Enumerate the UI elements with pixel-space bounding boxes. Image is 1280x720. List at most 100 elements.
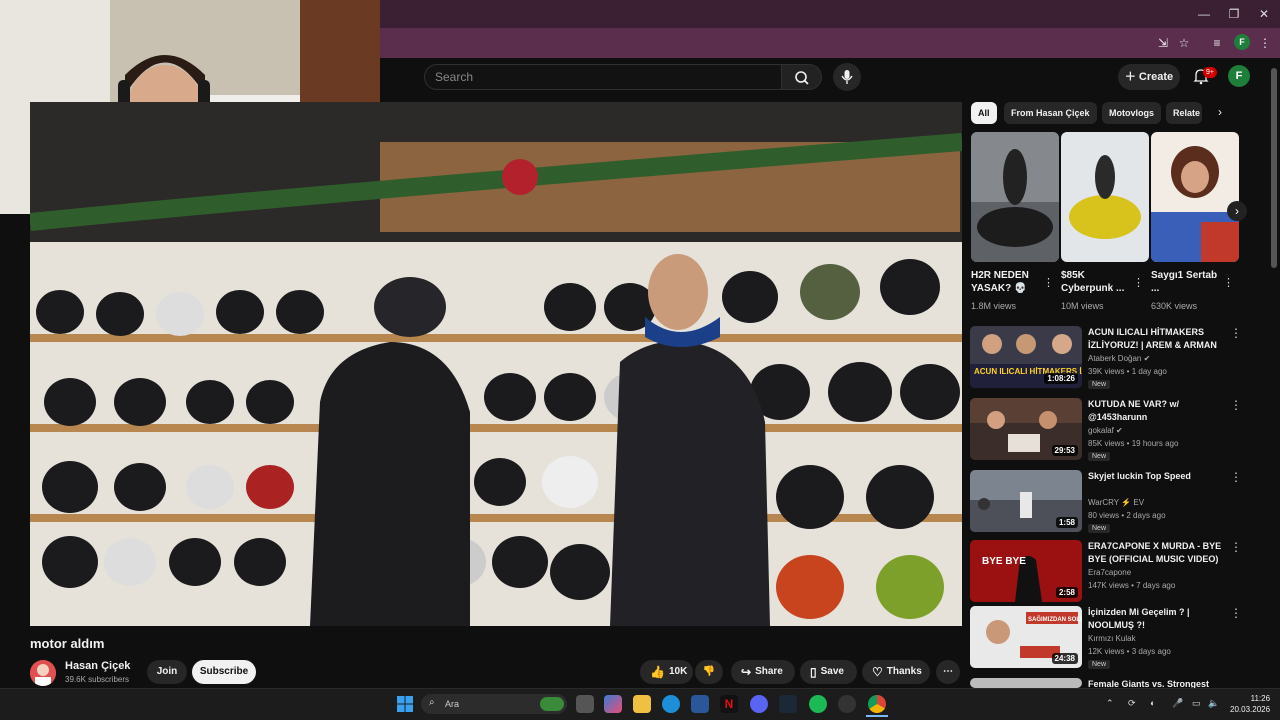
channel-name[interactable]: Ataberk Doğan ✔ xyxy=(1088,354,1150,363)
microphone-icon[interactable]: 🎤 xyxy=(1172,698,1183,709)
list-item[interactable]: Female Giants vs. Strongest xyxy=(970,678,1270,688)
page-scrollbar[interactable] xyxy=(1271,68,1277,268)
video-title[interactable]: Female Giants vs. Strongest xyxy=(1088,678,1228,688)
video-title[interactable]: İçinizden Mi Geçelim ? | NOOLMUŞ ?! xyxy=(1088,606,1228,632)
list-item[interactable]: 1:58 Skyjet luckin Top Speed WarCRY ⚡ EV… xyxy=(970,470,1270,534)
short-title-2[interactable]: $85K Cyberpunk ... xyxy=(1061,269,1137,295)
minimize-button[interactable]: — xyxy=(1196,6,1212,22)
video-title[interactable]: Skyjet luckin Top Speed xyxy=(1088,470,1228,483)
chrome-icon[interactable] xyxy=(868,695,886,713)
channel-avatar[interactable] xyxy=(30,660,56,686)
chevron-right-icon[interactable]: › xyxy=(1218,105,1222,119)
search-icon: ⌕ xyxy=(429,697,435,708)
create-label: Create xyxy=(1138,71,1174,83)
maximize-button[interactable]: ❐ xyxy=(1226,6,1242,22)
widgets-icon[interactable] xyxy=(540,697,564,711)
chip-from-channel[interactable]: From Hasan Çiçek xyxy=(1004,102,1097,124)
video-thumbnail[interactable]: BYE BYE 2:58 xyxy=(970,540,1082,602)
channel-name[interactable]: WarCRY ⚡ EV xyxy=(1088,498,1144,507)
chip-related[interactable]: Relate xyxy=(1166,102,1202,124)
video-thumbnail[interactable]: 29:53 xyxy=(970,398,1082,460)
install-app-icon[interactable]: ⇲ xyxy=(1155,35,1171,51)
save-button[interactable]: ▯ Save xyxy=(800,660,857,684)
plus-icon: ＋ xyxy=(1124,71,1139,83)
video-player[interactable] xyxy=(30,102,962,626)
video-thumbnail[interactable]: SAĞIMIZDAN SOLUMUZDAN 24:38 xyxy=(970,606,1082,668)
channel-name[interactable]: gokalaf ✔ xyxy=(1088,426,1123,435)
channel-name[interactable]: Era7capone xyxy=(1088,568,1131,577)
list-item[interactable]: SAĞIMIZDAN SOLUMUZDAN 24:38 İçinizden Mi… xyxy=(970,606,1270,670)
address-bar[interactable] xyxy=(380,28,1280,58)
thumbs-down-icon: 👎 xyxy=(702,666,716,677)
channel-name[interactable]: Hasan Çiçek xyxy=(65,660,130,672)
short-thumbnail-2[interactable] xyxy=(1061,132,1149,262)
voice-search-button[interactable] xyxy=(833,63,861,91)
tray-app-icon[interactable]: ◐ xyxy=(1150,698,1155,708)
short-title-1[interactable]: H2R NEDEN YASAK? 💀 xyxy=(971,269,1047,295)
short-more-icon[interactable]: ⋮ xyxy=(1223,276,1234,289)
browser-profile-avatar[interactable]: F xyxy=(1234,34,1250,50)
video-thumbnail[interactable]: 1:58 xyxy=(970,470,1082,532)
video-title[interactable]: KUTUDA NE VAR? w/ @1453harunn xyxy=(1088,398,1228,424)
tray-app-icon[interactable]: ⟳ xyxy=(1128,698,1136,709)
account-avatar[interactable]: F xyxy=(1228,65,1250,87)
duration-badge: 24:38 xyxy=(1051,653,1078,664)
chip-all[interactable]: All xyxy=(971,102,997,124)
more-vertical-icon[interactable]: ⋮ xyxy=(1230,326,1242,340)
more-vertical-icon[interactable]: ⋮ xyxy=(1230,606,1242,620)
short-views-3: 630K views xyxy=(1151,301,1198,311)
close-window-button[interactable]: ✕ xyxy=(1256,6,1272,22)
new-badge: New xyxy=(1088,380,1111,389)
list-item[interactable]: BYE BYE 2:58 ERA7CAPONE X MURDA - BYE BY… xyxy=(970,540,1270,604)
steam-icon[interactable] xyxy=(779,695,797,713)
short-more-icon[interactable]: ⋮ xyxy=(1133,276,1144,289)
search-input[interactable]: Search xyxy=(424,64,782,90)
video-title[interactable]: ACUN ILICALI HİTMAKERS İZLİYORUZ! | AREM… xyxy=(1088,326,1228,352)
short-thumbnail-3[interactable] xyxy=(1151,132,1239,262)
store-icon[interactable] xyxy=(691,695,709,713)
copilot-icon[interactable] xyxy=(604,695,622,713)
more-actions-button[interactable]: ⋯ xyxy=(936,660,960,684)
more-vertical-icon[interactable]: ⋮ xyxy=(1230,540,1242,554)
app-icon[interactable] xyxy=(838,695,856,713)
short-title-3[interactable]: Saygı1 Sertab ... xyxy=(1151,269,1227,295)
shorts-next-button[interactable]: › xyxy=(1227,201,1247,221)
netflix-icon[interactable]: N xyxy=(720,695,738,713)
discord-icon[interactable] xyxy=(750,695,768,713)
volume-icon[interactable]: 🔈 xyxy=(1208,698,1219,709)
video-thumbnail[interactable] xyxy=(970,678,1082,688)
search-button[interactable] xyxy=(782,64,822,90)
browser-menu-icon[interactable]: ⋮ xyxy=(1257,35,1273,51)
taskbar-clock[interactable]: 11:26 20.03.2026 xyxy=(1230,693,1270,715)
thanks-button[interactable]: ♡ Thanks xyxy=(862,660,930,684)
create-button[interactable]: ＋ Create xyxy=(1118,64,1180,90)
reading-list-icon[interactable]: ≡ xyxy=(1209,35,1225,51)
more-vertical-icon[interactable]: ⋮ xyxy=(1230,398,1242,412)
subscribe-button[interactable]: Subscribe xyxy=(192,660,256,684)
video-meta: 147K views • 7 days ago xyxy=(1088,581,1176,590)
dislike-button[interactable]: 👎 xyxy=(695,660,723,684)
short-more-icon[interactable]: ⋮ xyxy=(1043,276,1054,289)
share-button[interactable]: ↪ Share xyxy=(731,660,795,684)
video-title[interactable]: ERA7CAPONE X MURDA - BYE BYE (OFFICIAL M… xyxy=(1088,540,1228,566)
channel-name[interactable]: Kırmızı Kulak xyxy=(1088,634,1136,643)
file-explorer-icon[interactable] xyxy=(633,695,651,713)
network-icon[interactable]: ▭ xyxy=(1192,698,1201,709)
short-thumbnail-1[interactable] xyxy=(971,132,1059,262)
subscriber-count: 39.6K subscribers xyxy=(65,675,130,684)
edge-icon[interactable] xyxy=(662,695,680,713)
spotify-icon[interactable] xyxy=(809,695,827,713)
more-vertical-icon[interactable]: ⋮ xyxy=(1230,470,1242,484)
tray-overflow-icon[interactable]: ⌃ xyxy=(1106,698,1114,709)
list-item[interactable]: 29:53 KUTUDA NE VAR? w/ @1453harunn goka… xyxy=(970,398,1270,462)
join-button[interactable]: Join xyxy=(147,660,187,684)
video-thumbnail[interactable]: ACUN ILICALI HİTMAKERS İZLİY 1:08:26 xyxy=(970,326,1082,388)
new-badge: New xyxy=(1088,524,1111,533)
windows-start-icon[interactable] xyxy=(396,695,414,713)
like-count: 10K xyxy=(668,666,688,677)
bookmark-star-icon[interactable]: ☆ xyxy=(1176,35,1192,51)
chip-motovlogs[interactable]: Motovlogs xyxy=(1102,102,1161,124)
list-item[interactable]: ACUN ILICALI HİTMAKERS İZLİY 1:08:26 ACU… xyxy=(970,326,1270,390)
task-view-icon[interactable] xyxy=(576,695,594,713)
like-button[interactable]: 👍 10K xyxy=(640,660,693,684)
